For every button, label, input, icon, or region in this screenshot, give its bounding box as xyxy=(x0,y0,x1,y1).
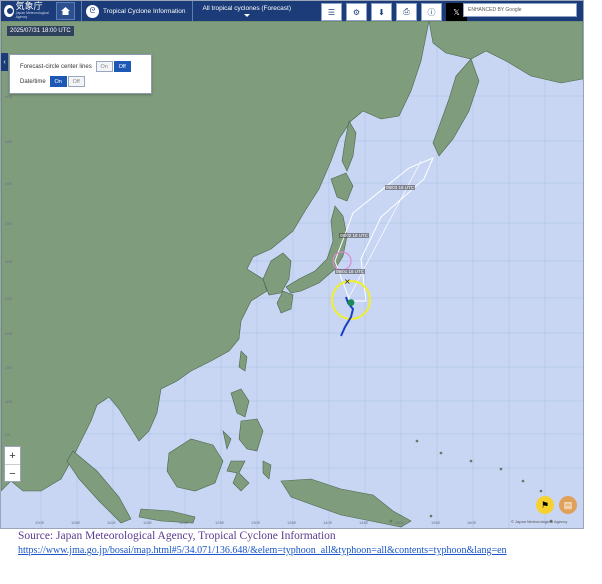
typhoon-icon: ᘓ xyxy=(86,4,99,18)
option-row-datetime: Date/time On Off xyxy=(20,76,86,87)
toggle-off[interactable]: Off xyxy=(113,61,131,72)
lon-label: 130E xyxy=(251,520,261,525)
layers-button[interactable]: ☰ xyxy=(321,3,342,21)
lon-label: 140E xyxy=(323,520,333,525)
search-input[interactable]: ENHANCED BY Google xyxy=(463,3,577,17)
jma-logo-icon xyxy=(4,5,14,17)
forecast-time-label: 08/01 18 UTC xyxy=(335,269,366,274)
toggle-off[interactable]: Off xyxy=(67,76,85,87)
zoom-in-button[interactable]: + xyxy=(5,447,20,465)
island xyxy=(439,451,443,455)
lon-label: 115E xyxy=(143,520,153,525)
lon-label: 155E xyxy=(431,520,441,525)
island xyxy=(469,459,473,463)
print-button[interactable]: ⎙ xyxy=(396,3,417,21)
map-canvas[interactable]: ● × xyxy=(1,21,583,528)
info-icon: ⓘ xyxy=(427,7,436,17)
lat-label: 20N xyxy=(5,331,13,336)
lon-label: 125E xyxy=(215,520,225,525)
agency-name-en: Japan Meteorological Agency xyxy=(15,11,49,19)
settings-icon: ⚙ xyxy=(352,7,361,17)
lat-label: 35N xyxy=(5,221,13,226)
zoom-control: + − xyxy=(4,446,21,482)
lon-label: 160E xyxy=(467,520,477,525)
book-button[interactable]: ▤ xyxy=(559,496,577,514)
chevron-left-icon: ‹ xyxy=(3,58,6,66)
header-divider xyxy=(191,1,193,21)
island xyxy=(521,479,525,483)
current-position-marker: × xyxy=(344,277,351,286)
lon-label: 150E xyxy=(395,520,405,525)
lon-label: 120E xyxy=(179,520,189,525)
map-timestamp: 2025/07/31 18:00 UTC xyxy=(7,26,74,36)
chevron-down-icon xyxy=(243,14,250,17)
section-label: Tropical Cyclone Information xyxy=(103,7,186,15)
forecast-time-label: 08/02 18 UTC xyxy=(339,233,370,238)
tropical-cyclone-info-menu[interactable]: ᘓ Tropical Cyclone Information xyxy=(86,1,186,21)
download-button[interactable]: ⬇ xyxy=(371,3,392,21)
toggle-on[interactable]: On xyxy=(95,61,113,72)
lon-label: 105E xyxy=(71,520,81,525)
lat-label: 5N xyxy=(5,432,11,437)
lon-label: 100E xyxy=(35,520,45,525)
option-label: Forecast-circle center lines xyxy=(20,63,92,70)
home-button[interactable] xyxy=(56,2,75,20)
cyclone-selector-label: All tropical cyclones (Forecast) xyxy=(202,5,292,12)
legend-button[interactable]: ⚑ xyxy=(536,496,554,514)
toolbar: ☰ ⚙ ⬇ ⎙ ⓘ 𝕏 xyxy=(321,3,471,21)
forecast-time-label: 08/03 18 UTC xyxy=(385,185,416,190)
toggle-on[interactable]: On xyxy=(49,76,67,87)
source-url-link[interactable]: https://www.jma.go.jp/bosai/map.html#5/3… xyxy=(18,545,590,557)
info-button[interactable]: ⓘ xyxy=(421,3,442,21)
lat-label: 10N xyxy=(5,399,13,404)
island xyxy=(389,519,393,523)
option-label: Date/time xyxy=(20,78,46,85)
x-icon: 𝕏 xyxy=(453,7,460,17)
lat-label: 30N xyxy=(5,259,13,264)
map-copyright: © Japan Meteorological Agency xyxy=(511,519,568,524)
lon-label: 145E xyxy=(359,520,369,525)
lat-label: 15N xyxy=(5,365,13,370)
cyclone-selector[interactable]: All tropical cyclones (Forecast) xyxy=(202,1,292,21)
legend-icon: ⚑ xyxy=(540,499,550,510)
map-viewer-frame: 気象庁 Japan Meteorological Agency ᘓ Tropic… xyxy=(0,0,584,529)
lon-label: 135E xyxy=(287,520,297,525)
print-icon: ⎙ xyxy=(403,7,410,16)
display-options-panel: Forecast-circle center lines On Off Date… xyxy=(9,54,152,94)
island xyxy=(539,489,543,493)
layers-icon: ☰ xyxy=(327,7,336,17)
zoom-out-button[interactable]: − xyxy=(5,465,20,482)
download-icon: ⬇ xyxy=(378,7,385,17)
header-divider xyxy=(81,1,82,21)
lat-label: 25N xyxy=(5,296,13,301)
book-icon: ▤ xyxy=(563,499,573,510)
island xyxy=(429,514,433,518)
jma-logo[interactable]: 気象庁 Japan Meteorological Agency xyxy=(1,1,52,21)
lat-label: 45N xyxy=(5,139,13,144)
settings-button[interactable]: ⚙ xyxy=(346,3,367,21)
home-icon xyxy=(61,7,70,15)
typhoon-center-icon[interactable]: ● xyxy=(347,298,355,308)
island xyxy=(415,439,419,443)
option-row-forecast-lines: Forecast-circle center lines On Off xyxy=(20,61,132,72)
source-caption: Source: Japan Meteorological Agency, Tro… xyxy=(18,530,336,542)
lon-label: 110E xyxy=(107,520,117,525)
lat-label: 50N xyxy=(5,94,13,99)
panel-collapse-tab[interactable]: ‹ xyxy=(1,53,8,71)
lat-label: 40N xyxy=(5,181,13,186)
island xyxy=(499,467,503,471)
